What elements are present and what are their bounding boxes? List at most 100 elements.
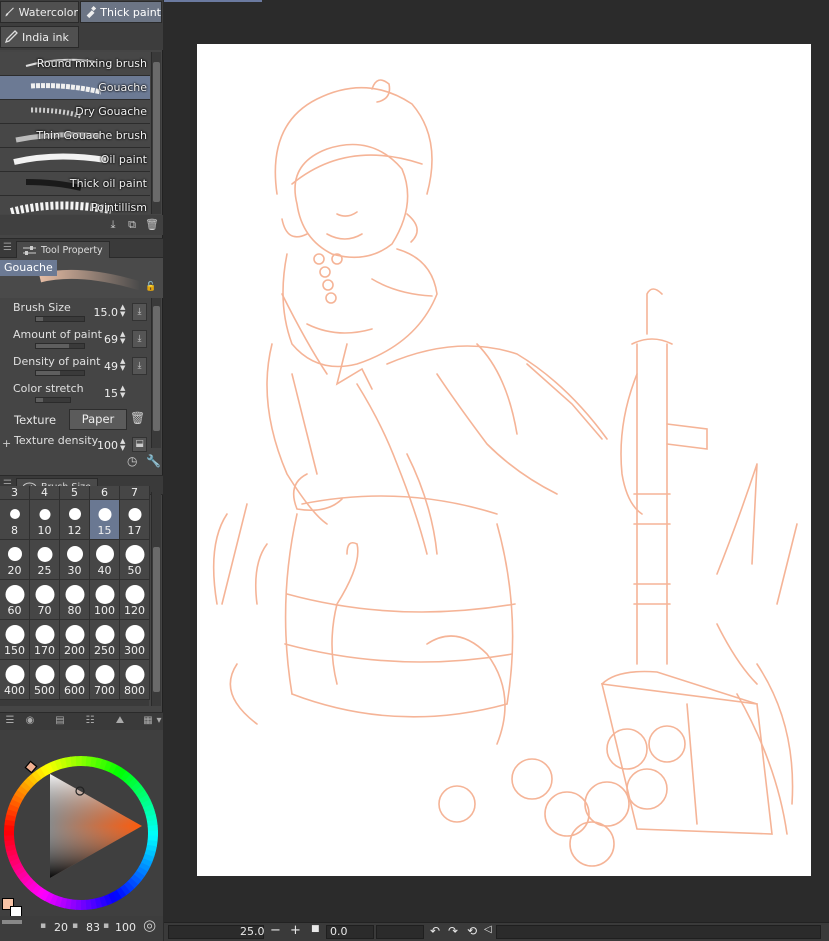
slider-fill — [36, 317, 43, 321]
pin-icon[interactable]: ⤓ — [132, 330, 147, 348]
brush-size-cell[interactable]: 3 — [0, 486, 30, 500]
scroll-left-icon[interactable]: ◁ — [484, 924, 492, 935]
brush-size-cell[interactable]: 12 — [60, 500, 90, 540]
tab-tool-property[interactable]: Tool Property — [16, 241, 110, 259]
tab-watercolor[interactable]: Watercolor — [0, 1, 79, 23]
intermediate-color-tab-icon[interactable]: ☷ — [82, 715, 98, 728]
brush-size-cell[interactable]: 7 — [120, 486, 150, 500]
hue-segment — [145, 844, 157, 853]
brush-size-scrollbar[interactable] — [151, 492, 161, 706]
color-mode-icon[interactable]: ◎ — [143, 916, 156, 934]
brush-size-cell[interactable]: 600 — [60, 660, 90, 700]
scrollbar-thumb[interactable] — [153, 547, 160, 692]
color-wheel-tab-icon[interactable]: ◉ — [22, 715, 38, 728]
brush-size-cell[interactable]: 10 — [30, 500, 60, 540]
brush-size-cell[interactable]: 500 — [30, 660, 60, 700]
color-wheel[interactable] — [0, 730, 163, 916]
brush-item-oil-paint[interactable]: Oil paint — [0, 148, 150, 172]
hue-segment — [16, 869, 29, 881]
fit-icon[interactable]: ■ — [311, 924, 320, 934]
brush-size-cell[interactable]: 4 — [30, 486, 60, 500]
property-slider[interactable] — [35, 343, 85, 349]
rotate-left-icon[interactable]: ↶ — [430, 924, 440, 938]
brush-size-cell[interactable]: 25 — [30, 540, 60, 580]
brush-size-cell[interactable]: 6 — [90, 486, 120, 500]
reset-rotation-icon[interactable]: ⟲ — [467, 924, 477, 938]
brush-item-pointillism[interactable]: Pointillism — [0, 196, 150, 214]
brush-list-scrollbar[interactable] — [151, 52, 161, 214]
property-value[interactable]: 15.0 — [94, 306, 119, 319]
brush-size-cell[interactable]: 8 — [0, 500, 30, 540]
brush-size-cell[interactable]: 800 — [120, 660, 150, 700]
spinner-arrows-icon[interactable]: ▲ ▼ — [120, 358, 128, 372]
property-value[interactable]: 15 — [104, 387, 118, 400]
brush-size-cell[interactable]: 30 — [60, 540, 90, 580]
pin-icon[interactable]: ⬓ — [132, 437, 147, 452]
brush-size-cell[interactable]: 150 — [0, 620, 30, 660]
import-icon[interactable]: ⤓ — [106, 218, 120, 232]
brush-size-cell[interactable]: 170 — [30, 620, 60, 660]
brush-item-dry-gouache[interactable]: Dry Gouache — [0, 100, 150, 124]
canvas-paper[interactable] — [197, 44, 811, 876]
menu-grip-icon[interactable]: ☰ — [2, 715, 18, 728]
brush-item-thick-oil-paint[interactable]: Thick oil paint — [0, 172, 150, 196]
texture-density-value[interactable]: 100 — [97, 439, 118, 452]
spinner-arrows-icon[interactable]: ▲ ▼ — [120, 438, 128, 452]
tab-india-ink[interactable]: India ink — [0, 26, 79, 48]
rotate-right-icon[interactable]: ↷ — [448, 924, 458, 938]
zoom-out-icon[interactable]: − — [270, 923, 281, 938]
spinner-arrows-icon[interactable]: ▲ ▼ — [120, 385, 128, 399]
brush-size-cell[interactable]: 400 — [0, 660, 30, 700]
trash-icon[interactable]: 🗑 — [130, 411, 145, 427]
pin-icon[interactable]: ⤓ — [132, 303, 147, 321]
scrollbar-thumb[interactable] — [153, 306, 160, 431]
brush-size-cell[interactable]: 60 — [0, 580, 30, 620]
brush-size-cell[interactable]: 700 — [90, 660, 120, 700]
property-slider[interactable] — [35, 397, 71, 403]
brush-size-cell[interactable]: 20 — [0, 540, 30, 580]
brush-size-cell[interactable]: 80 — [60, 580, 90, 620]
approx-color-tab-icon[interactable]: ⛰ — [112, 715, 128, 728]
zoom-value[interactable]: 25.0 — [240, 925, 265, 938]
brush-item-round-mixing[interactable]: Round mixing brush — [0, 52, 150, 76]
hue-handle[interactable] — [24, 760, 38, 774]
brush-size-cell[interactable]: 17 — [120, 500, 150, 540]
angle-value[interactable]: 0.0 — [330, 925, 348, 938]
property-value[interactable]: 69 — [104, 333, 118, 346]
expand-plus-icon[interactable]: + — [2, 437, 11, 450]
color-set-tab-icon[interactable]: ▤ — [52, 715, 68, 728]
angle-slider[interactable] — [376, 925, 424, 939]
menu-grip-icon[interactable]: ☰ — [3, 243, 12, 253]
brush-size-cell[interactable]: 70 — [30, 580, 60, 620]
brush-size-cell[interactable]: 40 — [90, 540, 120, 580]
brush-size-cell[interactable]: 100 — [90, 580, 120, 620]
texture-select-button[interactable]: Paper — [69, 409, 127, 430]
spinner-arrows-icon[interactable]: ▲ ▼ — [120, 304, 128, 318]
pin-icon[interactable]: ⤓ — [132, 357, 147, 375]
brush-item-gouache[interactable]: Gouache — [0, 76, 150, 100]
reset-icon[interactable]: ◷ — [127, 454, 137, 468]
brush-size-cell[interactable]: 120 — [120, 580, 150, 620]
spinner-arrows-icon[interactable]: ▲ ▼ — [120, 331, 128, 345]
brush-size-cell[interactable]: 250 — [90, 620, 120, 660]
brush-item-thin-gouache[interactable]: Thin Gouache brush — [0, 124, 150, 148]
brush-size-cell[interactable]: 5 — [60, 486, 90, 500]
scrollbar-thumb[interactable] — [153, 62, 160, 202]
wrench-icon[interactable]: 🔧 — [146, 454, 161, 468]
duplicate-icon[interactable]: ⧉ — [125, 218, 139, 232]
tab-thick-paint[interactable]: Thick paint — [80, 1, 162, 23]
brush-size-cell[interactable]: 300 — [120, 620, 150, 660]
property-value[interactable]: 49 — [104, 360, 118, 373]
zoom-in-icon[interactable]: + — [290, 923, 301, 938]
horizontal-scrollbar[interactable] — [496, 925, 821, 939]
brush-size-cell[interactable]: 200 — [60, 620, 90, 660]
sliders-icon — [23, 246, 36, 255]
tool-property-scrollbar[interactable] — [151, 298, 161, 448]
transparent-color-icon[interactable] — [2, 920, 22, 924]
property-slider[interactable] — [35, 370, 85, 376]
trash-icon[interactable]: 🗑 — [145, 218, 159, 232]
brush-size-cell[interactable]: 15 — [90, 500, 120, 540]
lock-icon[interactable]: 🔓 — [145, 282, 156, 292]
property-slider[interactable] — [35, 316, 85, 322]
brush-size-cell[interactable]: 50 — [120, 540, 150, 580]
